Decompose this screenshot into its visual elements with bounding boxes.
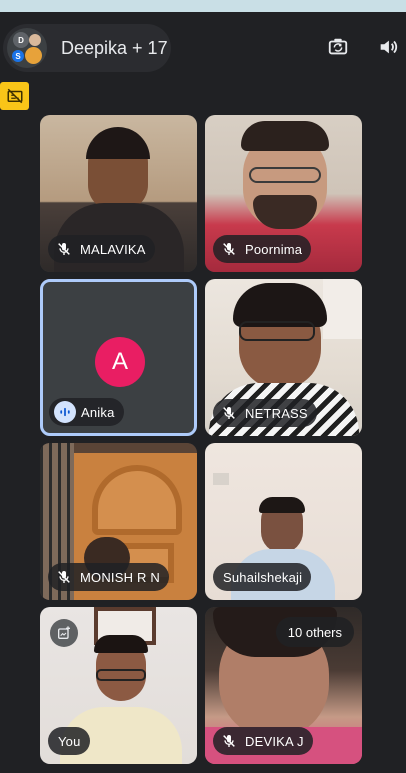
participant-avatar: A [95,337,145,387]
participant-tile-malavika[interactable]: MALAVIKA [40,115,197,272]
participant-tile-anika[interactable]: A Anika [40,279,197,436]
mic-off-icon [53,566,75,588]
participant-name: DEVIKA J [245,733,304,749]
call-title: Deepika + 17 [61,37,168,58]
participant-name: MONISH R N [80,569,160,585]
participant-name-chip: NETRASS [213,399,317,427]
participant-tile-you[interactable]: You [40,607,197,764]
speaking-indicator-icon [54,401,76,423]
mic-off-icon [53,238,75,260]
participant-tile-monish[interactable]: MONISH R N [40,443,197,600]
participants-pill[interactable]: D S Deepika + 17 [3,24,171,72]
avatar-photo [25,47,42,64]
participant-name: Anika [81,404,115,420]
participant-tile-poornima[interactable]: Poornima [205,115,362,272]
participant-name-chip: Poornima [213,235,312,263]
participant-name: Suhailshekaji [223,569,303,585]
speaker-icon[interactable] [375,34,401,60]
participant-name: NETRASS [245,405,308,421]
participant-tile-suhailshekaji[interactable]: Suhailshekaji [205,443,362,600]
participant-avatar-stack: D S [7,28,47,68]
participant-name-chip: MALAVIKA [48,235,155,263]
participant-name: MALAVIKA [80,241,146,257]
avatar-photo [29,34,41,46]
participant-name-chip: MONISH R N [48,563,169,591]
camera-flip-icon[interactable] [325,34,351,60]
status-bar-strip [0,0,406,12]
mic-off-icon [218,730,240,752]
participant-name-chip: You [48,727,90,755]
mic-off-icon [218,238,240,260]
participant-name-chip: DEVIKA J [213,727,313,755]
participant-name-chip: Suhailshekaji [213,563,312,591]
participant-tile-devika[interactable]: 10 others DEVIKA J [205,607,362,764]
call-header: D S Deepika + 17 [0,12,406,78]
participant-name: Poornima [245,241,303,257]
add-to-screen-icon[interactable] [50,619,78,647]
participant-tile-netrass[interactable]: NETRASS [205,279,362,436]
participant-name: You [58,733,81,749]
captions-off-icon[interactable] [0,82,29,110]
avatar-initial-s: S [12,50,24,62]
avatar-initial-d: D [13,32,29,48]
participant-name-chip: Anika [49,398,124,426]
mic-off-icon [218,402,240,424]
others-count-chip[interactable]: 10 others [275,617,354,647]
